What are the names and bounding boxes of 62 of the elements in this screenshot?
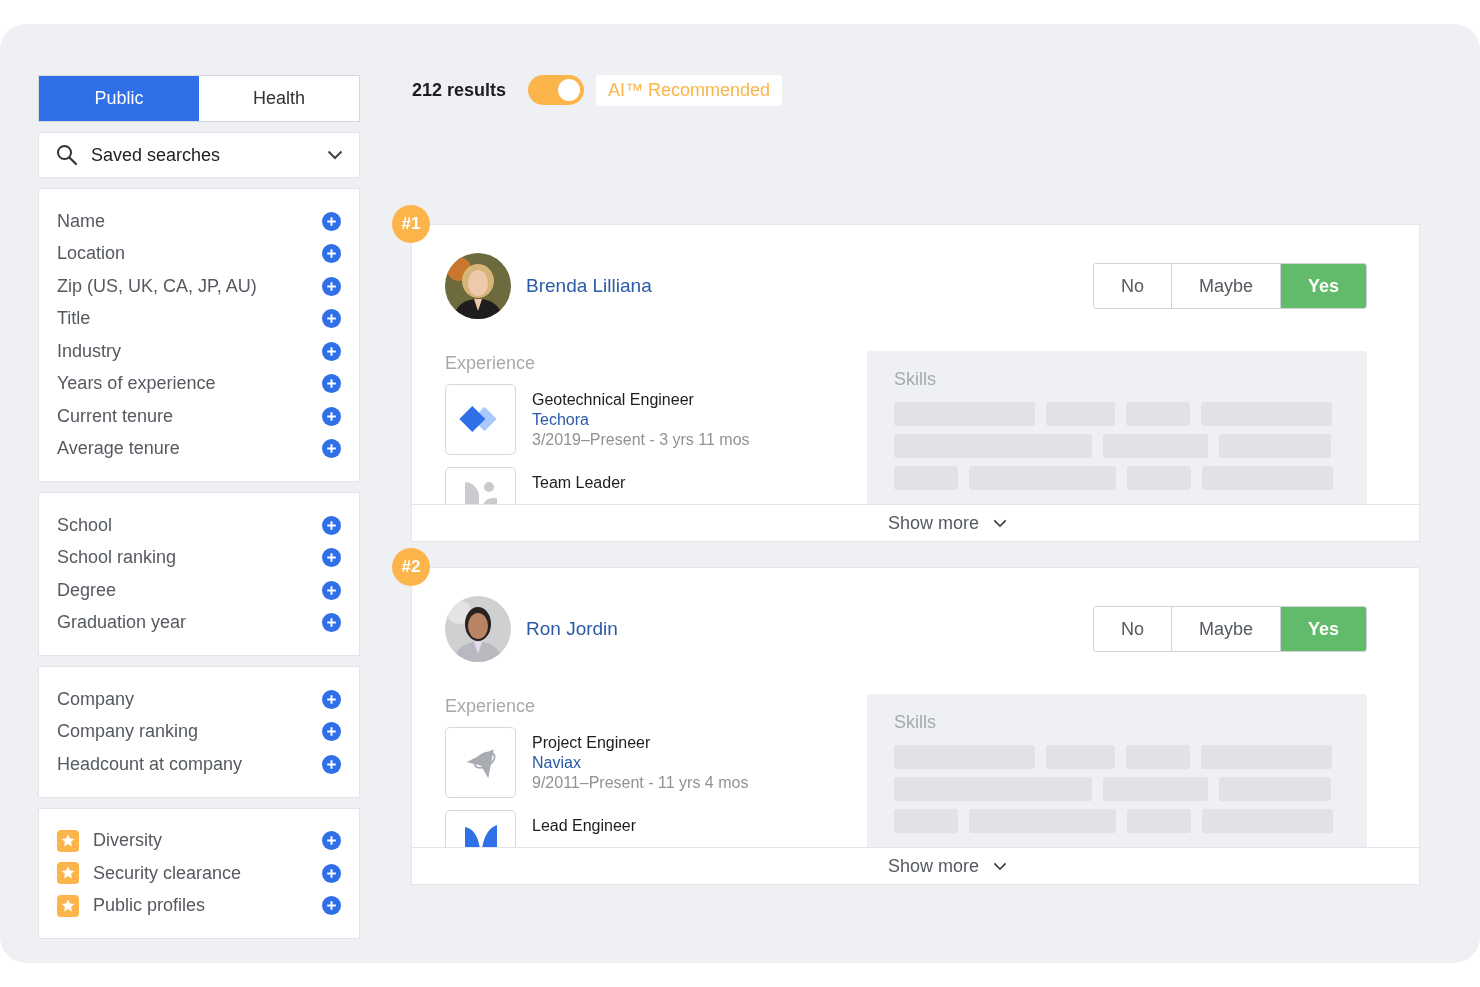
filter-label: Name	[57, 210, 106, 232]
job-title: Team Leader	[532, 474, 626, 492]
rank-badge: #2	[392, 548, 430, 586]
job-dates: 9/2011–Present - 11 yrs 4 mos	[532, 774, 749, 792]
add-icon[interactable]	[322, 722, 341, 742]
tab[interactable]: Public	[39, 76, 199, 121]
add-icon[interactable]	[322, 896, 341, 916]
add-icon[interactable]	[322, 548, 341, 568]
chevron-down-icon	[993, 518, 1007, 528]
add-icon[interactable]	[322, 211, 341, 231]
filter-label: Security clearance	[93, 862, 243, 884]
job-dates: 3/2019–Present - 3 yrs 11 mos	[532, 431, 750, 449]
filter-label: Years of experience	[57, 373, 217, 395]
candidate-name-link[interactable]: Brenda Lilliana	[526, 275, 1078, 297]
company-link[interactable]: Techora	[532, 411, 750, 429]
filter-label: Headcount at company	[57, 753, 244, 775]
section-heading: Experience	[445, 696, 537, 717]
add-icon[interactable]	[322, 754, 341, 774]
add-icon[interactable]	[322, 276, 341, 296]
filter-label: Company	[57, 688, 136, 710]
rank-badge: #1	[392, 205, 430, 243]
add-icon[interactable]	[322, 439, 341, 459]
toggle-switch[interactable]	[528, 75, 585, 105]
filter-label: Public profiles	[93, 895, 207, 917]
filter-label: Zip (US, UK, CA, JP, AU)	[57, 275, 258, 297]
section-heading: Skills	[894, 369, 937, 390]
chevron-down-icon	[993, 861, 1007, 871]
filter-label: Title	[57, 308, 92, 330]
job-title: Project Engineer	[532, 734, 652, 752]
job-title: Lead Engineer	[532, 817, 637, 835]
chevron-down-icon	[327, 150, 343, 160]
filter-label: School ranking	[57, 547, 178, 569]
saved-searches-dropdown[interactable]: Saved searches	[38, 132, 360, 178]
filter-label: School	[57, 514, 114, 536]
filter-label: Graduation year	[57, 612, 188, 634]
filter-label: Average tenure	[57, 438, 181, 460]
search-icon	[55, 143, 79, 167]
filter-label: Degree	[57, 579, 118, 601]
filter-label: Diversity	[93, 830, 163, 852]
job-title: Geotechnical Engineer	[532, 391, 695, 409]
section-heading: Experience	[445, 353, 537, 374]
add-icon[interactable]	[322, 863, 341, 883]
filter-label: Company ranking	[57, 721, 200, 743]
add-icon[interactable]	[322, 406, 341, 426]
figure-icon	[464, 482, 497, 504]
add-icon[interactable]	[322, 831, 341, 851]
company-link[interactable]: Naviax	[532, 754, 749, 772]
ai-recommended-label: AI™ Recommended	[596, 74, 783, 106]
candidate-name-link[interactable]: Ron Jordin	[526, 618, 1078, 640]
add-icon[interactable]	[322, 309, 341, 329]
add-icon[interactable]	[322, 244, 341, 264]
section-heading: Skills	[894, 712, 937, 733]
results-count: 212 results	[412, 79, 507, 101]
add-icon[interactable]	[322, 613, 341, 633]
add-icon[interactable]	[322, 515, 341, 535]
add-icon[interactable]	[322, 689, 341, 709]
filter-label: Current tenure	[57, 405, 175, 427]
add-icon[interactable]	[322, 341, 341, 361]
add-icon[interactable]	[322, 374, 341, 394]
filter-label: Location	[57, 243, 127, 265]
filter-label: Industry	[57, 340, 123, 362]
add-icon[interactable]	[322, 580, 341, 600]
